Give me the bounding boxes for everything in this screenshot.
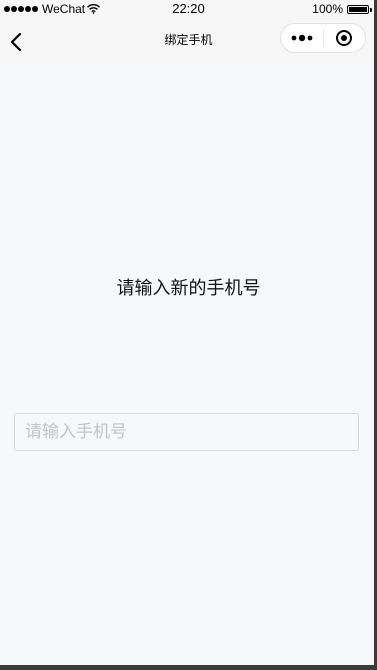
close-button[interactable]	[324, 24, 365, 52]
close-circle-icon	[336, 30, 353, 46]
status-bar: WeChat 22:20 100%	[0, 0, 377, 20]
battery-percent: 100%	[312, 2, 343, 16]
more-button[interactable]	[281, 24, 323, 52]
status-right: 100%	[312, 2, 372, 16]
capsule-menu	[280, 23, 366, 53]
more-dots-icon	[291, 34, 313, 42]
new-phone-prompt: 请输入新的手机号	[116, 278, 261, 299]
battery-icon	[347, 4, 372, 14]
bottom-edge	[0, 665, 377, 670]
nav-bar: 绑定手机	[0, 20, 377, 64]
battery-fill	[349, 6, 367, 12]
phone-number-input[interactable]	[14, 413, 359, 451]
